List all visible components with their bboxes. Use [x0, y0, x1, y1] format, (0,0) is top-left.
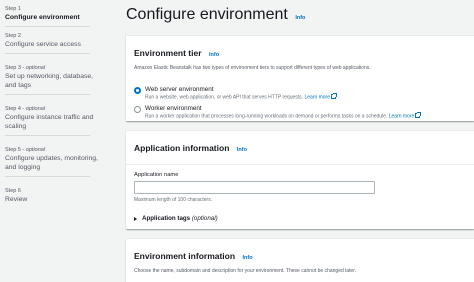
radio-description: Run a worker application that processes … — [145, 112, 421, 120]
step-divider — [5, 53, 90, 54]
step-number: Step 6 — [5, 188, 21, 194]
application-tags-expander[interactable]: Application tags (optional) — [134, 215, 474, 222]
panel-description: Amazon Elastic Beanstalk has two types o… — [134, 65, 371, 71]
page-title: Configure environment — [126, 6, 288, 23]
step-divider — [5, 135, 90, 136]
application-information-panel: Application information Info Application… — [126, 130, 474, 229]
step-number: Step 2 — [5, 33, 21, 39]
panel-title: Environment information — [134, 251, 236, 261]
step-number: Step 1 — [5, 6, 21, 12]
page-info-link[interactable]: Info — [295, 15, 305, 21]
worker-radio[interactable] — [134, 105, 141, 113]
radio-label: Web server environment — [145, 85, 214, 93]
step-divider — [5, 94, 90, 95]
worker-option[interactable]: Worker environment Run a worker applicat… — [134, 105, 474, 120]
step-number-optional: Step 5 - optional — [5, 147, 46, 153]
application-name-hint: Maximum length of 100 characters. — [134, 197, 213, 203]
panel-header: Environment information Info Choose the … — [126, 239, 474, 275]
environment-information-panel: Environment information Info Choose the … — [126, 238, 474, 282]
step-number-optional: Step 4 - optional — [5, 106, 46, 112]
panel-title: Environment tier — [134, 48, 202, 58]
caret-right-icon — [134, 216, 137, 221]
application-information-info-link[interactable]: Info — [237, 147, 247, 153]
web-server-option[interactable]: Web server environment Run a website, we… — [134, 86, 474, 101]
learn-more-link[interactable]: Learn more — [304, 94, 330, 100]
page-header: Configure environment Info — [126, 6, 305, 24]
panel-title: Application information — [134, 143, 230, 153]
wizard-step-6[interactable]: Step 6 Review — [5, 188, 98, 204]
step-title: Set up networking, database, and tags — [5, 73, 94, 89]
environment-information-info-link[interactable]: Info — [243, 255, 253, 261]
application-name-label: Application name — [134, 172, 179, 178]
application-name-field: Application name Maximum length of 100 c… — [126, 165, 474, 203]
wizard-step-1[interactable]: Step 1 Configure environment — [5, 6, 98, 27]
step-divider — [5, 26, 90, 27]
step-title: Configure service access — [5, 41, 81, 48]
step-title: Configure environment — [5, 14, 80, 21]
external-link-icon — [415, 112, 421, 118]
panel-header: Application information Info — [126, 131, 474, 156]
application-name-input[interactable] — [134, 181, 375, 194]
environment-tier-panel: Environment tier Info Amazon Elastic Bea… — [126, 35, 474, 121]
step-title: Configure instance traffic and scaling — [5, 114, 94, 130]
environment-tier-info-link[interactable]: Info — [209, 52, 219, 58]
web-server-radio[interactable] — [134, 86, 141, 94]
step-number-optional: Step 3 - optional — [5, 65, 46, 71]
panel-description: Choose the name, subdomain and descripti… — [134, 268, 356, 274]
wizard-step-2[interactable]: Step 2 Configure service access — [5, 33, 98, 54]
expander-label: Application tags (optional) — [142, 215, 218, 222]
wizard-steps-nav: Step 1 Configure environment Step 2 Conf… — [0, 0, 98, 282]
step-divider — [5, 176, 90, 177]
wizard-step-3[interactable]: Step 3 - optional Set up networking, dat… — [5, 65, 98, 95]
wizard-step-5[interactable]: Step 5 - optional Configure updates, mon… — [5, 147, 98, 177]
step-title: Configure updates, monitoring, and loggi… — [5, 155, 98, 171]
step-title: Review — [5, 196, 28, 203]
radio-description: Run a website, web application, or web A… — [145, 93, 337, 101]
learn-more-link[interactable]: Learn more — [389, 113, 415, 119]
external-link-icon — [331, 93, 337, 99]
wizard-step-4[interactable]: Step 4 - optional Configure instance tra… — [5, 106, 98, 136]
panel-header: Environment tier Info Amazon Elastic Bea… — [126, 36, 474, 72]
radio-label: Worker environment — [145, 104, 202, 112]
